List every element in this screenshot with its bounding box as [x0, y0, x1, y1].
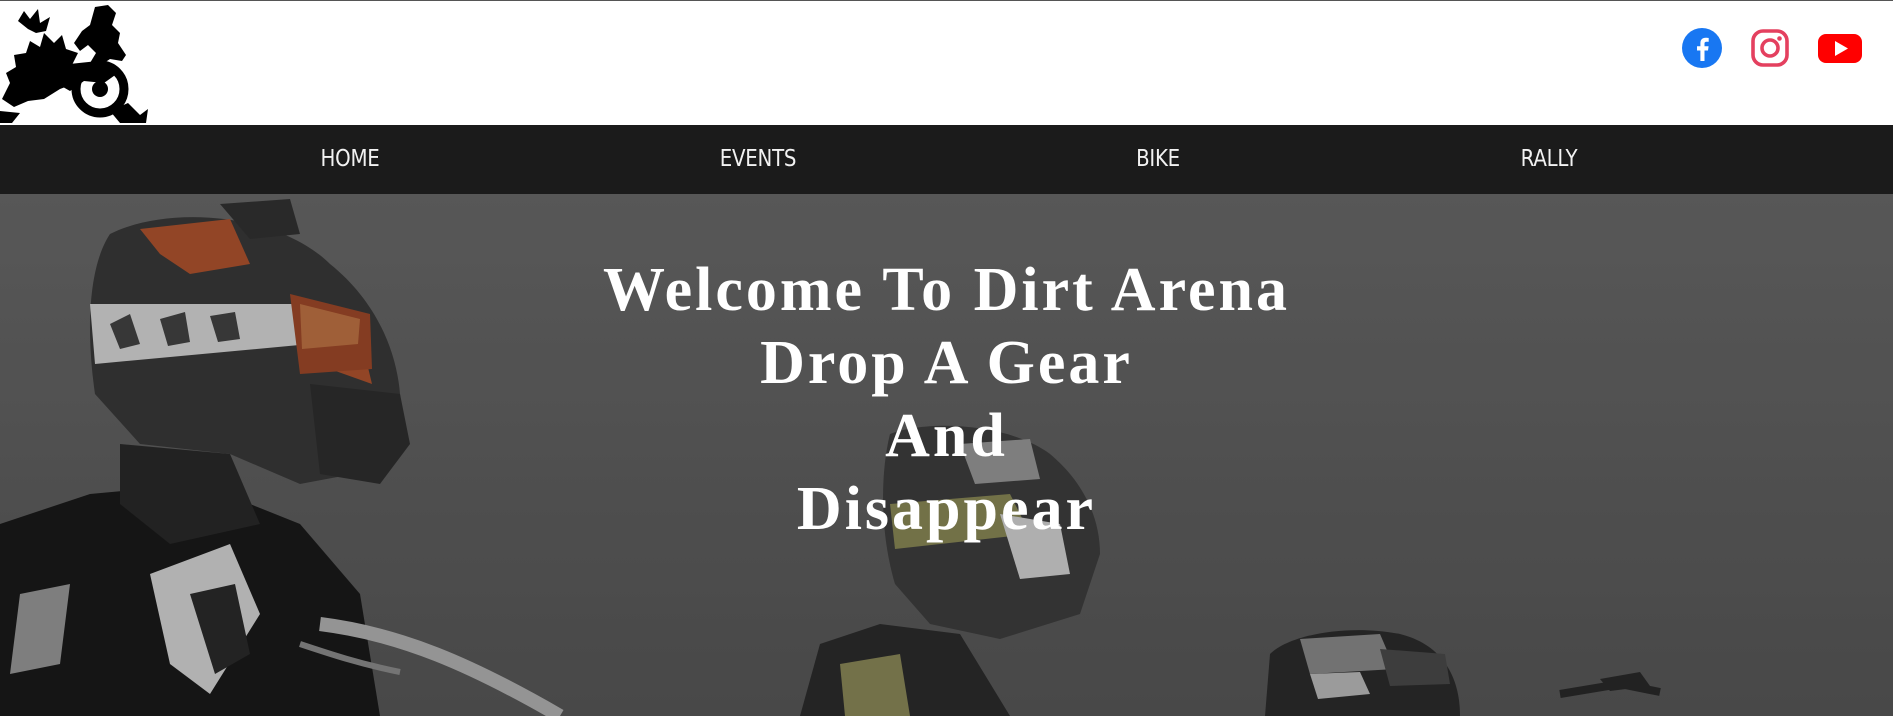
main-nav: HOME EVENTS BIKE RALLY: [0, 125, 1893, 194]
hero-line-1: Welcome To Dirt Arena: [603, 256, 1290, 324]
hero-line-3: And: [885, 402, 1008, 470]
hero-section: Welcome To Dirt Arena Drop A Gear And Di…: [0, 194, 1893, 716]
hero-line-4: Disappear: [796, 475, 1097, 543]
nav-item-bike[interactable]: BIKE: [1136, 125, 1180, 194]
social-links: [1681, 27, 1863, 69]
page: HOME EVENTS BIKE RALLY Welcome To Dirt A…: [0, 0, 1893, 716]
hero-line-2: Drop A Gear: [760, 329, 1133, 397]
site-header: [0, 0, 1893, 125]
nav-item-home[interactable]: HOME: [321, 125, 380, 194]
youtube-icon[interactable]: [1817, 27, 1863, 69]
nav-item-events[interactable]: EVENTS: [720, 125, 797, 194]
dirt-bike-rider-logo[interactable]: [0, 3, 150, 125]
nav-item-rally[interactable]: RALLY: [1521, 125, 1578, 194]
instagram-icon[interactable]: [1749, 27, 1791, 69]
hero-title: Welcome To Dirt Arena Drop A Gear And Di…: [0, 254, 1893, 546]
facebook-icon[interactable]: [1681, 27, 1723, 69]
